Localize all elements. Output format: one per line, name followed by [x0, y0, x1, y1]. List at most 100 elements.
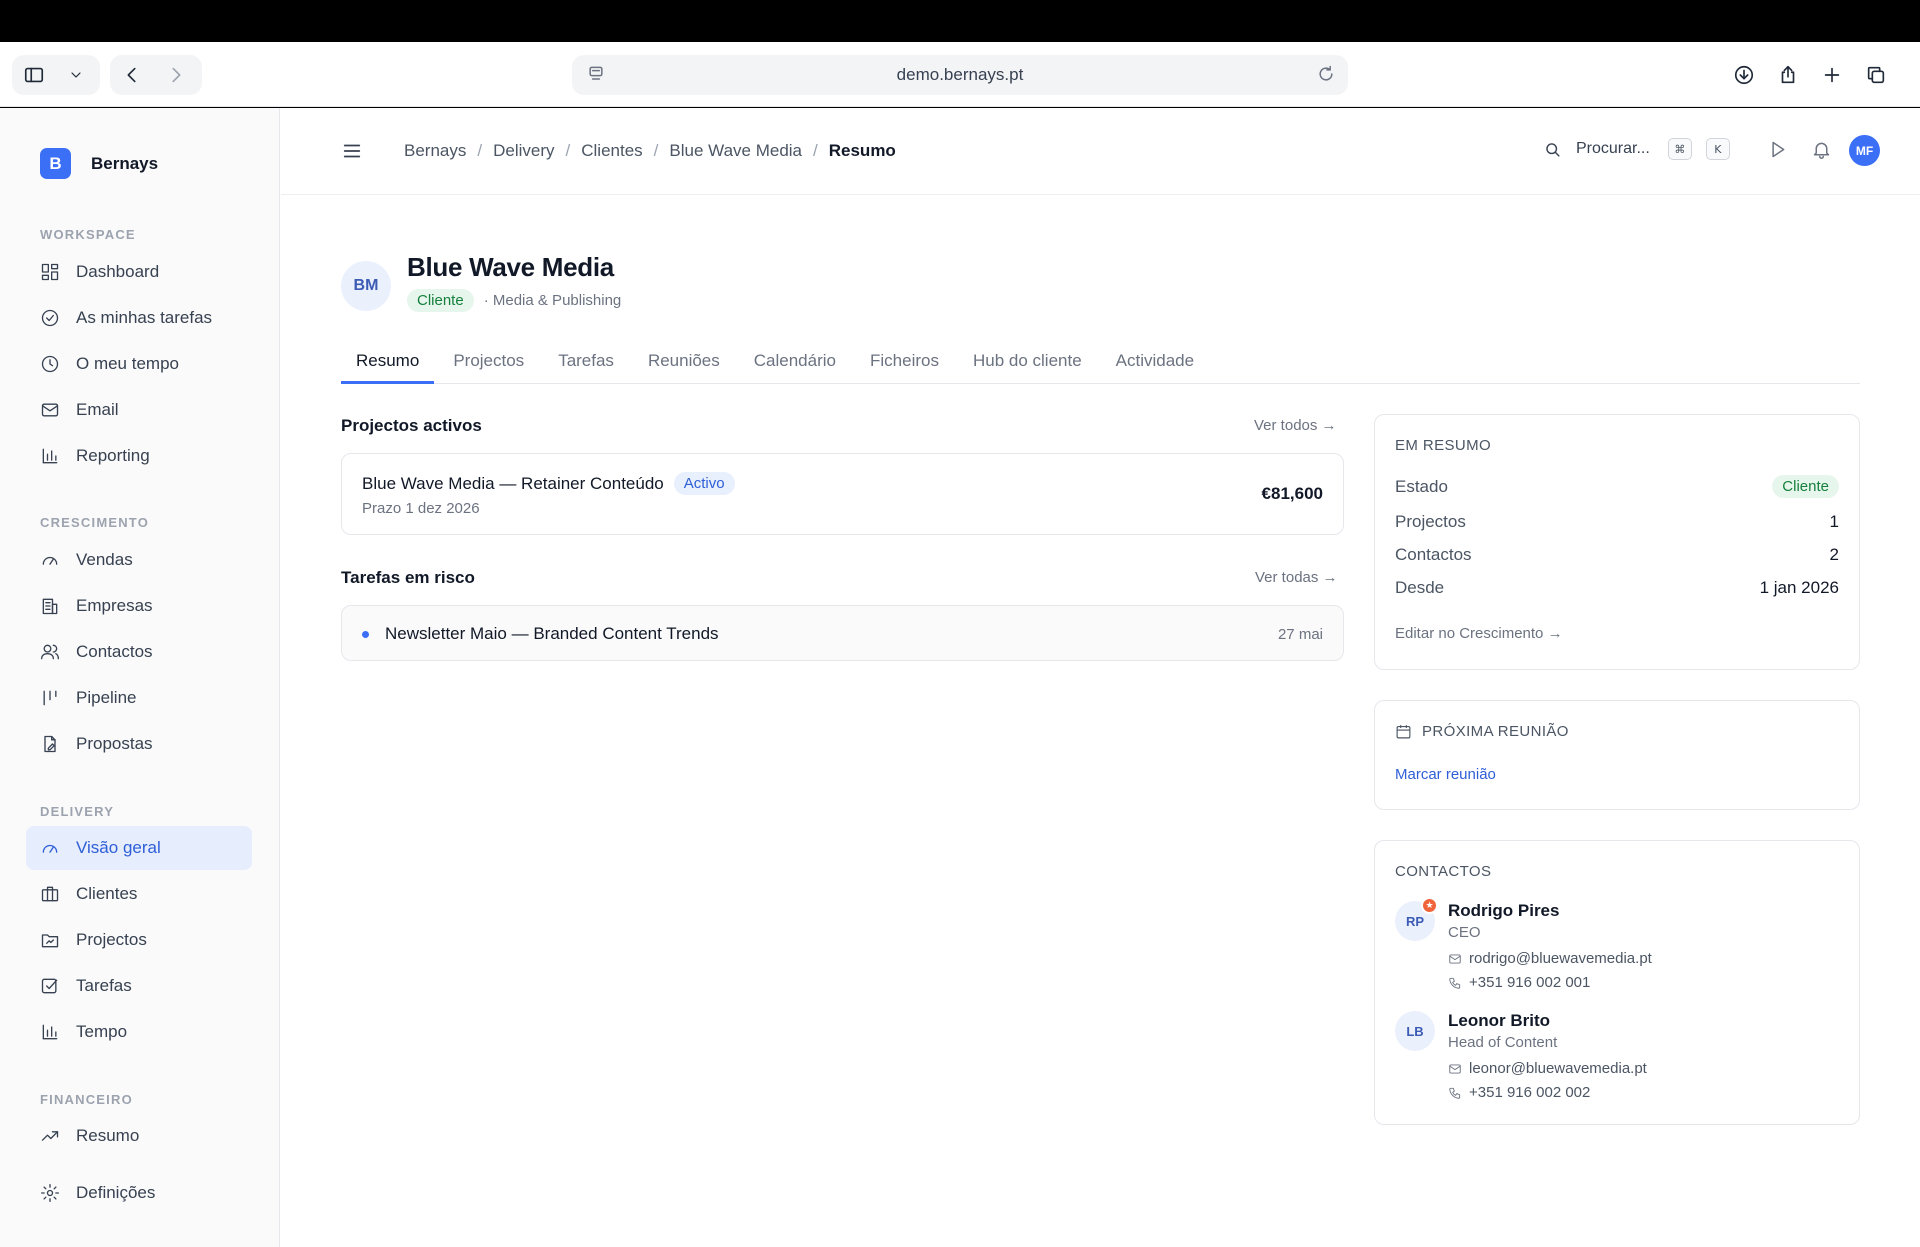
file-edit-icon — [44, 735, 56, 753]
brand-logo: B — [40, 148, 71, 179]
brand[interactable]: B Bernays — [40, 148, 158, 179]
next-meeting-card: PRÓXIMA REUNIÃO Marcar reunião — [1374, 700, 1860, 810]
summary-label: Contactos — [1395, 545, 1472, 564]
edit-in-growth-link[interactable]: Editar no Crescimento → — [1395, 625, 1563, 642]
summary-label: Desde — [1395, 578, 1445, 597]
sidebar-item-label: Resumo — [76, 1126, 140, 1145]
gear-icon — [41, 1184, 59, 1202]
sidebar-item-contactos[interactable]: Contactos — [26, 630, 252, 674]
contact-name: Leonor Brito — [1448, 1011, 1550, 1030]
sidebar-item-projectos[interactable]: Projectos — [26, 918, 252, 962]
project-card[interactable]: Blue Wave Media — Retainer Conteúdo Acti… — [341, 453, 1344, 535]
mail-icon — [1449, 953, 1461, 964]
forward-icon[interactable] — [154, 55, 198, 95]
gauge-icon — [42, 556, 58, 565]
contact-item[interactable]: LB Leonor Brito Head of Content leonor@b… — [1395, 1011, 1839, 1111]
user-avatar[interactable]: MF — [1849, 135, 1880, 166]
search-icon — [1546, 142, 1560, 157]
task-dot-icon — [362, 630, 369, 638]
sidebar-item-label: As minhas tarefas — [76, 308, 213, 327]
next-meeting-title: PRÓXIMA REUNIÃO — [1395, 723, 1569, 740]
sidebar-item-resumo[interactable]: Resumo — [26, 1114, 252, 1158]
sidebar-item-dashboard[interactable]: Dashboard — [26, 250, 252, 294]
breadcrumb-item[interactable]: Delivery — [493, 141, 554, 161]
breadcrumb-item[interactable]: Blue Wave Media — [669, 141, 802, 161]
play-icon[interactable] — [1767, 139, 1788, 165]
sidebar-item-visao-geral[interactable]: Visão geral — [26, 826, 252, 870]
mail-icon — [41, 403, 59, 417]
summary-label: Projectos — [1395, 512, 1466, 531]
sidebar-item-pipeline[interactable]: Pipeline — [26, 676, 252, 720]
menu-icon[interactable] — [341, 140, 363, 167]
see-all-tasks-link[interactable]: Ver todas → — [1255, 569, 1338, 586]
sidebar-item-my-tasks[interactable]: As minhas tarefas — [26, 296, 252, 340]
tab-tarefas[interactable]: Tarefas — [543, 344, 629, 384]
sidebar-item-vendas[interactable]: Vendas — [26, 538, 252, 582]
tab-projectos[interactable]: Projectos — [438, 344, 539, 384]
bar-chart-icon — [42, 448, 58, 464]
tab-ficheiros[interactable]: Ficheiros — [855, 344, 954, 384]
sidebar-item-tarefas[interactable]: Tarefas — [26, 964, 252, 1008]
tab-calendario[interactable]: Calendário — [739, 344, 851, 384]
sidebar-item-reporting[interactable]: Reporting — [26, 434, 252, 478]
tabs-icon[interactable] — [1854, 55, 1898, 95]
reload-icon[interactable] — [1316, 64, 1336, 89]
summary-value: 1 jan 2026 — [1759, 578, 1839, 597]
tab-resumo[interactable]: Resumo — [341, 344, 435, 384]
calendar-icon — [1396, 725, 1411, 739]
sidebar-item-label: Projectos — [76, 930, 147, 949]
sidebar-item-clientes[interactable]: Clientes — [26, 872, 252, 916]
back-icon[interactable] — [110, 55, 154, 95]
sidebar-item-empresas[interactable]: Empresas — [26, 584, 252, 628]
phone-icon — [1449, 1087, 1461, 1099]
tab-bar: Resumo Projectos Tarefas Reuniões Calend… — [341, 344, 1860, 384]
tab-hub-do-cliente[interactable]: Hub do cliente — [958, 344, 1097, 384]
contact-email: rodrigo@bluewavemedia.pt — [1469, 950, 1652, 967]
breadcrumb-separator: / — [653, 141, 659, 160]
contact-phone: +351 916 002 001 — [1469, 974, 1591, 991]
sidebar-item-tempo[interactable]: Tempo — [26, 1010, 252, 1054]
schedule-meeting-link[interactable]: Marcar reunião — [1395, 766, 1496, 783]
page-icon[interactable] — [586, 64, 606, 89]
contact-phone-row[interactable]: +351 916 002 002 — [1448, 1084, 1590, 1101]
bell-icon[interactable] — [1811, 139, 1832, 165]
tab-reunioes[interactable]: Reuniões — [633, 344, 735, 384]
sidebar: B Bernays WORKSPACE Dashboard As minhas … — [0, 108, 280, 1247]
breadcrumb-item[interactable]: Bernays — [404, 141, 466, 161]
sidebar-item-definicoes[interactable]: Definições — [26, 1171, 252, 1215]
folder-icon — [41, 934, 59, 948]
search-button[interactable]: Procurar... ⌘ K — [1543, 138, 1730, 160]
risk-task-card[interactable]: Newsletter Maio — Branded Content Trends… — [341, 605, 1344, 661]
chevron-down-icon[interactable] — [56, 55, 96, 95]
sidebar-item-my-time[interactable]: O meu tempo — [26, 342, 252, 386]
project-status-badge: Activo — [673, 472, 735, 495]
see-all-projects-link[interactable]: Ver todos → — [1254, 417, 1337, 434]
tab-actividade[interactable]: Actividade — [1101, 344, 1209, 384]
download-icon[interactable] — [1722, 55, 1766, 95]
summary-value: 2 — [1829, 545, 1839, 564]
breadcrumb-item[interactable]: Clientes — [581, 141, 642, 161]
summary-value: 1 — [1829, 512, 1839, 531]
contact-role: CEO — [1448, 924, 1481, 941]
sidebar-item-email[interactable]: Email — [26, 388, 252, 432]
project-deadline: Prazo 1 dez 2026 — [362, 500, 480, 517]
sidebar-item-propostas[interactable]: Propostas — [26, 722, 252, 766]
plus-icon[interactable] — [1810, 55, 1854, 95]
share-icon[interactable] — [1766, 55, 1810, 95]
building-icon — [42, 598, 58, 615]
contact-email-row[interactable]: rodrigo@bluewavemedia.pt — [1448, 950, 1652, 967]
summary-card: EM RESUMO Estado Cliente Projectos 1 Con… — [1374, 414, 1860, 670]
status-badge: Cliente — [407, 289, 474, 312]
sidebar-icon[interactable] — [12, 55, 56, 95]
address-bar[interactable]: demo.bernays.pt — [572, 55, 1348, 95]
contact-phone-row[interactable]: +351 916 002 001 — [1448, 974, 1590, 991]
contact-email-row[interactable]: leonor@bluewavemedia.pt — [1448, 1060, 1647, 1077]
next-meeting-title-text: PRÓXIMA REUNIÃO — [1422, 723, 1569, 740]
phone-icon — [1449, 977, 1461, 989]
summary-label: Estado — [1395, 476, 1448, 496]
sidebar-item-label: Visão geral — [76, 838, 161, 857]
briefcase-icon — [41, 886, 59, 902]
contact-item[interactable]: RP ★ Rodrigo Pires CEO rodrigo@bluewavem… — [1395, 897, 1839, 1001]
section-label-crescimento: CRESCIMENTO — [40, 515, 150, 530]
contacts-title: CONTACTOS — [1395, 863, 1492, 880]
